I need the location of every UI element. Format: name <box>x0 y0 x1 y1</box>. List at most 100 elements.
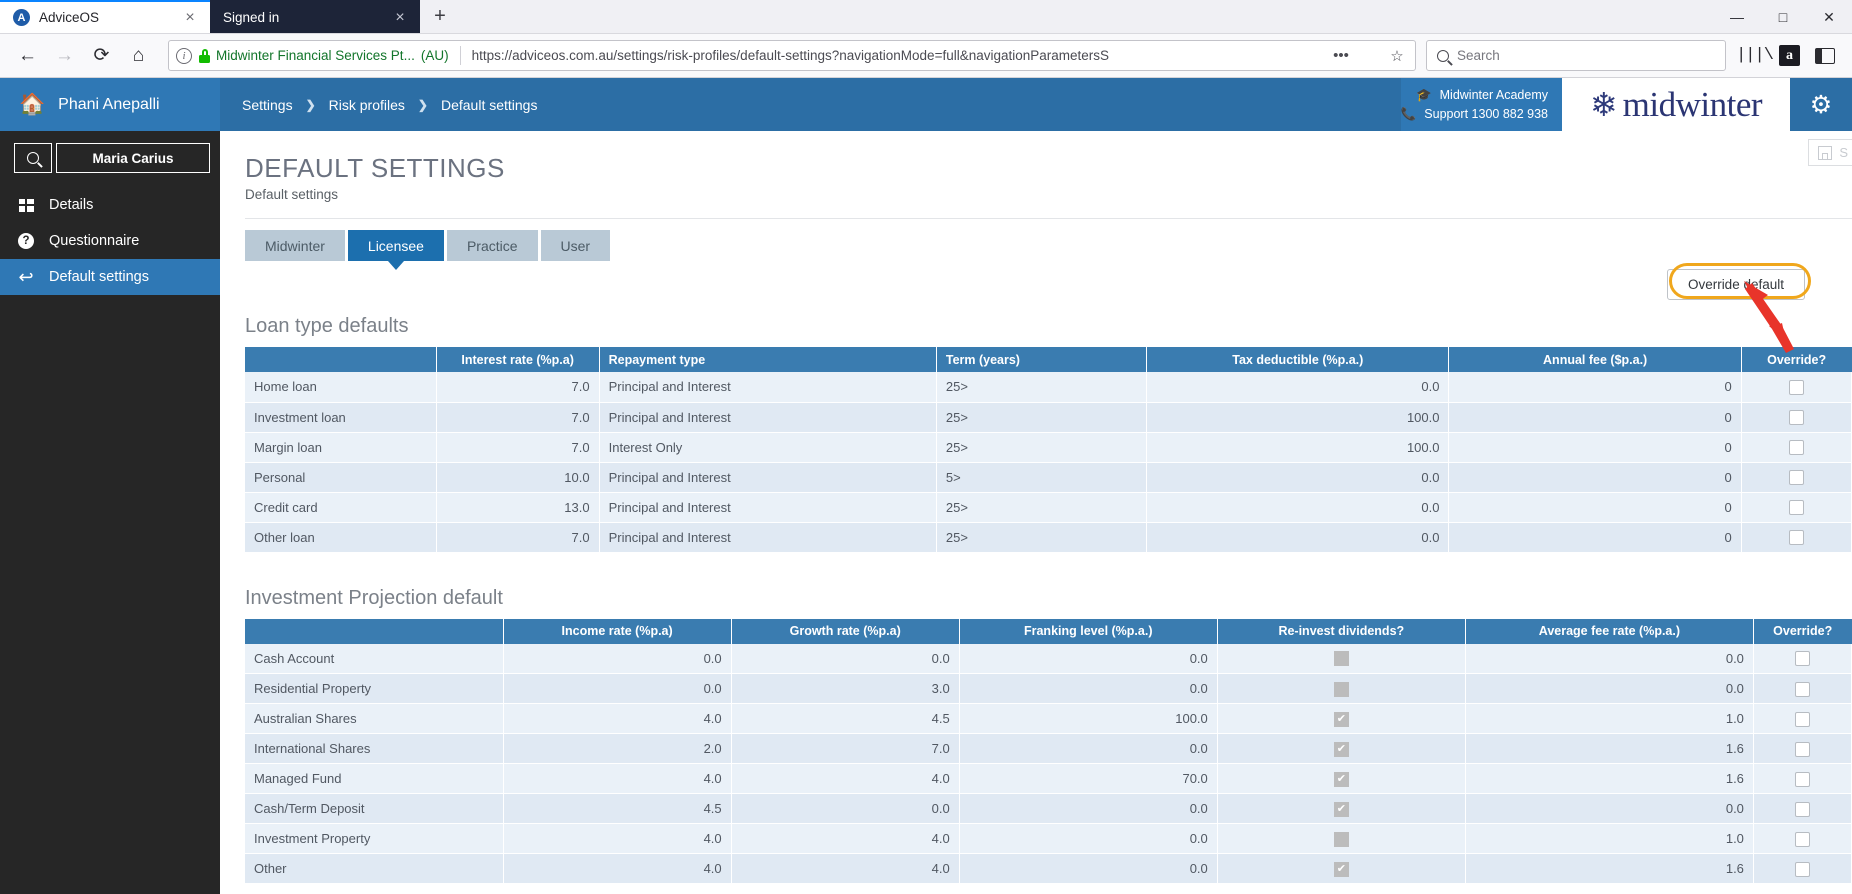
settings-gear-button[interactable]: ⚙ <box>1790 78 1852 131</box>
override-checkbox[interactable] <box>1794 741 1810 757</box>
site-info-icon[interactable]: i <box>176 47 192 64</box>
tab-midwinter[interactable]: Midwinter <box>245 230 345 261</box>
override-checkbox[interactable] <box>1794 861 1810 877</box>
breadcrumb-item-risk-profiles[interactable]: Risk profiles <box>329 97 405 113</box>
library-icon[interactable]: |||\ <box>1736 39 1774 72</box>
cell-income-rate: 4.0 <box>503 853 732 884</box>
close-icon[interactable]: × <box>390 9 410 26</box>
override-checkbox[interactable] <box>1788 410 1804 426</box>
close-icon[interactable]: × <box>180 9 200 26</box>
search-button[interactable] <box>14 143 52 173</box>
cell-override[interactable] <box>1753 823 1852 854</box>
cell-interest-rate: 7.0 <box>436 402 600 433</box>
client-name-chip[interactable]: Maria Carius <box>56 143 210 173</box>
amazon-icon[interactable]: a <box>1773 39 1806 72</box>
cell-interest-rate: 7.0 <box>436 372 600 403</box>
midwinter-logo[interactable]: ❄ midwinter <box>1562 78 1790 131</box>
override-checkbox[interactable] <box>1794 771 1810 787</box>
override-checkbox[interactable] <box>1788 530 1804 546</box>
tab-practice[interactable]: Practice <box>446 230 538 261</box>
minimize-icon[interactable]: — <box>1714 0 1760 34</box>
cell-term: 25> <box>936 432 1148 463</box>
override-checkbox[interactable] <box>1794 681 1810 697</box>
cell-override[interactable] <box>1753 733 1852 764</box>
sidebar-item-details[interactable]: Details <box>0 187 220 223</box>
browser-tab-adviceos[interactable]: A AdviceOS × <box>0 0 210 33</box>
cell-reinvest-dividends[interactable] <box>1217 793 1466 824</box>
midwinter-academy-link[interactable]: 🎓 Midwinter Academy <box>1416 88 1548 103</box>
cell-reinvest-dividends[interactable] <box>1217 643 1466 674</box>
table-row: International Shares2.07.00.0 1.6 <box>245 733 1852 764</box>
sidebar-item-label: Questionnaire <box>49 233 140 249</box>
support-phone[interactable]: 📞 Support 1300 882 938 <box>1401 107 1548 122</box>
override-checkbox[interactable] <box>1794 711 1810 727</box>
browser-search-box[interactable]: Search <box>1426 40 1726 71</box>
cell-override[interactable] <box>1753 793 1852 824</box>
reinvest-dividends-checkbox[interactable] <box>1333 801 1349 817</box>
reload-icon[interactable]: ⟳ <box>85 39 118 72</box>
cell-override[interactable] <box>1753 763 1852 794</box>
override-default-button[interactable]: Override default <box>1666 269 1805 300</box>
cell-reinvest-dividends[interactable] <box>1217 673 1466 704</box>
reinvest-dividends-checkbox[interactable] <box>1333 681 1349 697</box>
cell-reinvest-dividends[interactable] <box>1217 853 1466 884</box>
cell-reinvest-dividends[interactable] <box>1217 703 1466 734</box>
reinvest-dividends-checkbox[interactable] <box>1333 861 1349 877</box>
cell-average-fee-rate: 1.0 <box>1465 823 1754 854</box>
close-window-icon[interactable]: ✕ <box>1806 0 1852 34</box>
cell-average-fee-rate: 0.0 <box>1465 793 1754 824</box>
tab-licensee[interactable]: Licensee <box>347 230 444 261</box>
bookmark-star-icon[interactable]: ☆ <box>1386 47 1408 65</box>
cell-override[interactable] <box>1741 402 1852 433</box>
new-tab-button[interactable]: + <box>420 0 460 33</box>
override-checkbox[interactable] <box>1788 440 1804 456</box>
cell-override[interactable] <box>1741 522 1852 553</box>
home-user-block[interactable]: 🏠 Phani Anepalli <box>0 78 220 131</box>
cell-growth-rate: 3.0 <box>731 673 960 704</box>
cell-override[interactable] <box>1741 432 1852 463</box>
save-button[interactable]: S <box>1808 139 1852 166</box>
phone-icon: 📞 <box>1400 106 1417 121</box>
override-checkbox[interactable] <box>1788 379 1804 395</box>
cell-growth-rate: 7.0 <box>731 733 960 764</box>
cell-repayment-type: Principal and Interest <box>599 522 937 553</box>
back-icon[interactable]: ← <box>11 39 44 72</box>
page-actions-icon[interactable]: ••• <box>1330 47 1352 64</box>
sidebar-item-questionnaire[interactable]: ? Questionnaire <box>0 223 220 259</box>
forward-icon[interactable]: → <box>48 39 81 72</box>
cell-override[interactable] <box>1753 703 1852 734</box>
reinvest-dividends-checkbox[interactable] <box>1333 771 1349 787</box>
cell-override[interactable] <box>1741 492 1852 523</box>
reinvest-dividends-checkbox[interactable] <box>1333 741 1349 757</box>
cell-reinvest-dividends[interactable] <box>1217 763 1466 794</box>
sidebar-item-default-settings[interactable]: ↩ Default settings <box>0 259 220 295</box>
sidebar-icon[interactable] <box>1808 39 1841 72</box>
breadcrumb-item-default-settings[interactable]: Default settings <box>441 97 538 113</box>
save-button-label: S <box>1839 145 1848 160</box>
cell-override[interactable] <box>1741 462 1852 493</box>
override-checkbox[interactable] <box>1788 470 1804 486</box>
browser-tab-signed-in[interactable]: Signed in × <box>210 0 420 33</box>
home-icon[interactable]: ⌂ <box>122 39 155 72</box>
browser-tab-strip: A AdviceOS × Signed in × + — □ ✕ <box>0 0 1852 34</box>
reinvest-dividends-checkbox[interactable] <box>1333 831 1349 847</box>
cell-reinvest-dividends[interactable] <box>1217 823 1466 854</box>
cell-override[interactable] <box>1753 643 1852 674</box>
override-checkbox[interactable] <box>1794 801 1810 817</box>
cell-override[interactable] <box>1753 673 1852 704</box>
cell-growth-rate: 4.0 <box>731 853 960 884</box>
table-row: Managed Fund4.04.070.01.6 <box>245 763 1852 794</box>
override-checkbox[interactable] <box>1788 500 1804 516</box>
breadcrumb-item-settings[interactable]: Settings <box>242 97 293 113</box>
cell-growth-rate: 0.0 <box>731 643 960 674</box>
override-checkbox[interactable] <box>1794 831 1810 847</box>
cell-override[interactable] <box>1753 853 1852 884</box>
reinvest-dividends-checkbox[interactable] <box>1333 711 1349 727</box>
cell-reinvest-dividends[interactable] <box>1217 733 1466 764</box>
url-bar[interactable]: i Midwinter Financial Services Pt... (AU… <box>168 40 1416 71</box>
tab-user[interactable]: User <box>540 230 611 261</box>
maximize-icon[interactable]: □ <box>1760 0 1806 34</box>
override-checkbox[interactable] <box>1794 651 1810 667</box>
reinvest-dividends-checkbox[interactable] <box>1333 651 1349 667</box>
cell-override[interactable] <box>1741 372 1852 403</box>
